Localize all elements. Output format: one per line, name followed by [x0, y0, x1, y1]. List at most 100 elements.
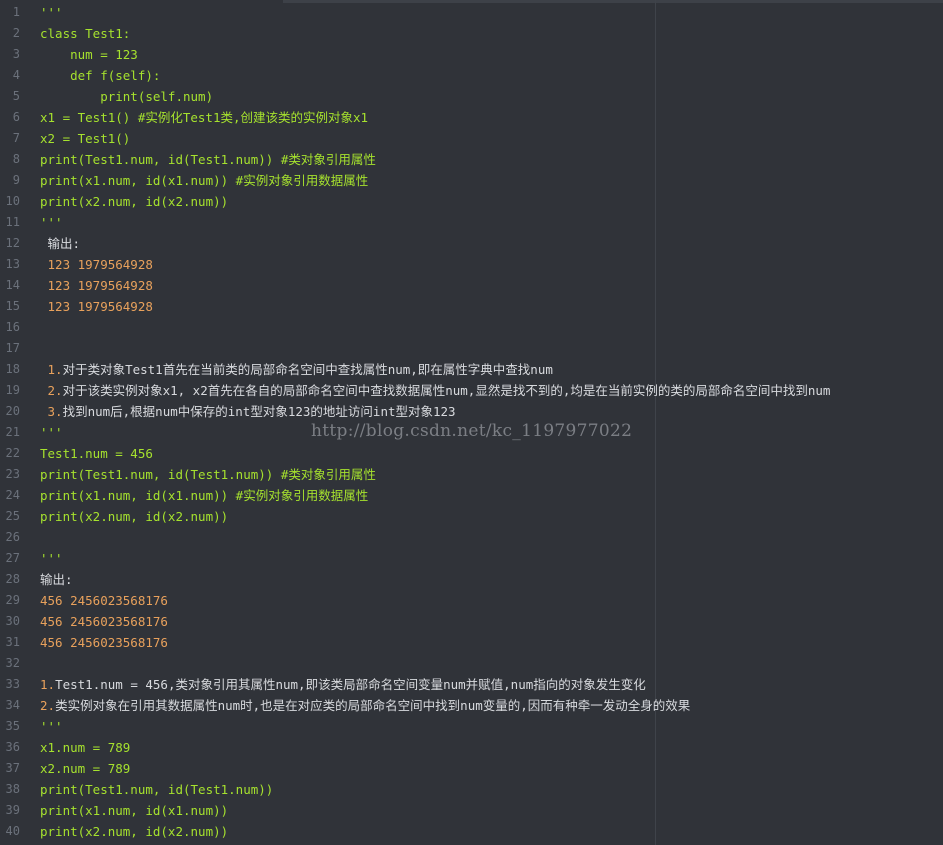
line-number: 15 — [5, 299, 20, 313]
line-number: 10 — [5, 194, 20, 208]
line-number: 28 — [5, 572, 20, 586]
code-text: num = 123 — [40, 47, 138, 62]
code-line[interactable]: 10 print(x2.num, id(x2.num)) — [0, 191, 943, 212]
code-line[interactable]: 20 3.找到num后,根据num中保存的int型对象123的地址访问int型对… — [0, 401, 943, 422]
code-line[interactable]: 5 print(self.num) — [0, 86, 943, 107]
line-number: 34 — [5, 698, 20, 712]
code-line[interactable]: 12 输出: — [0, 233, 943, 254]
line-number: 9 — [12, 173, 20, 187]
line-number: 11 — [5, 215, 20, 229]
code-line[interactable]: 33 1.Test1.num = 456,类对象引用其属性num,即该类局部命名空… — [0, 674, 943, 695]
line-number: 35 — [5, 719, 20, 733]
code-text: class Test1: — [40, 26, 131, 41]
code-text: 456 2456023568176 — [40, 614, 168, 629]
line-number: 20 — [5, 404, 20, 418]
code-line[interactable]: 37 x2.num = 789 — [0, 758, 943, 779]
code-line[interactable]: 22 Test1.num = 456 — [0, 443, 943, 464]
code-text: print(Test1.num, id(Test1.num)) — [40, 782, 274, 797]
code-line[interactable]: 39 print(x1.num, id(x1.num)) — [0, 800, 943, 821]
line-number: 2 — [12, 26, 20, 40]
line-number: 17 — [5, 341, 20, 355]
code-line[interactable]: 8 print(Test1.num, id(Test1.num)) #类对象引用属… — [0, 149, 943, 170]
code-line[interactable]: 35 ''' — [0, 716, 943, 737]
line-number: 40 — [5, 824, 20, 838]
line-number: 16 — [5, 320, 20, 334]
code-text: 2.类实例对象在引用其数据属性num时,也是在对应类的局部命名空间中找到num变… — [40, 698, 691, 713]
code-text: x1.num = 789 — [40, 740, 131, 755]
code-line[interactable]: 9 print(x1.num, id(x1.num)) #实例对象引用数据属性 — [0, 170, 943, 191]
code-line[interactable]: 6 x1 = Test1() #实例化Test1类,创建该类的实例对象x1 — [0, 107, 943, 128]
code-line[interactable]: 36 x1.num = 789 — [0, 737, 943, 758]
code-line[interactable]: 7 x2 = Test1() — [0, 128, 943, 149]
line-number: 12 — [5, 236, 20, 250]
code-line[interactable]: 13 123 1979564928 — [0, 254, 943, 275]
code-line[interactable]: 4 def f(self): — [0, 65, 943, 86]
code-line[interactable]: 15 123 1979564928 — [0, 296, 943, 317]
code-line[interactable]: 1 ''' — [0, 2, 943, 23]
line-number: 3 — [12, 47, 20, 61]
code-line[interactable]: 14 123 1979564928 — [0, 275, 943, 296]
line-number: 7 — [12, 131, 20, 145]
code-line[interactable]: 28 输出: — [0, 569, 943, 590]
code-line[interactable]: 26 — [0, 527, 943, 548]
code-text: print(Test1.num, id(Test1.num)) #类对象引用属性 — [40, 152, 376, 167]
code-text: x1 = Test1() #实例化Test1类,创建该类的实例对象x1 — [40, 110, 369, 125]
code-line[interactable]: 19 2.对于该类实例对象x1, x2首先在各自的局部命名空间中查找数据属性nu… — [0, 380, 943, 401]
line-number: 36 — [5, 740, 20, 754]
line-number: 25 — [5, 509, 20, 523]
code-line[interactable]: 3 num = 123 — [0, 44, 943, 65]
code-line[interactable]: 32 — [0, 653, 943, 674]
code-text: print(Test1.num, id(Test1.num)) #类对象引用属性 — [40, 467, 376, 482]
code-text: print(x2.num, id(x2.num)) — [40, 824, 229, 839]
code-text: 123 1979564928 — [40, 257, 153, 272]
code-text: 123 1979564928 — [40, 278, 153, 293]
line-number: 30 — [5, 614, 20, 628]
line-number: 27 — [5, 551, 20, 565]
code-line[interactable]: 18 1.对于类对象Test1首先在当前类的局部命名空间中查找属性num,即在属… — [0, 359, 943, 380]
code-line[interactable]: 38 print(Test1.num, id(Test1.num)) — [0, 779, 943, 800]
code-text: ''' — [40, 425, 63, 440]
code-line[interactable]: 23 print(Test1.num, id(Test1.num)) #类对象引用… — [0, 464, 943, 485]
line-number: 23 — [5, 467, 20, 481]
line-number: 33 — [5, 677, 20, 691]
watermark-text: http://blog.csdn.net/kc_1197977022 — [311, 421, 633, 441]
line-number: 31 — [5, 635, 20, 649]
code-text: Test1.num = 456 — [40, 446, 153, 461]
line-number: 4 — [12, 68, 20, 82]
code-text: print(x2.num, id(x2.num)) — [40, 509, 229, 524]
code-line[interactable]: 24 print(x1.num, id(x1.num)) #实例对象引用数据属性 — [0, 485, 943, 506]
code-text: x2.num = 789 — [40, 761, 131, 776]
code-line[interactable]: 27 ''' — [0, 548, 943, 569]
line-number: 5 — [12, 89, 20, 103]
code-line[interactable]: 34 2.类实例对象在引用其数据属性num时,也是在对应类的局部命名空间中找到nu… — [0, 695, 943, 716]
code-line[interactable]: 16 — [0, 317, 943, 338]
line-number: 24 — [5, 488, 20, 502]
code-text: x2 = Test1() — [40, 131, 131, 146]
line-number: 38 — [5, 782, 20, 796]
code-line[interactable]: 11 ''' — [0, 212, 943, 233]
line-number: 39 — [5, 803, 20, 817]
code-line[interactable]: 29 456 2456023568176 — [0, 590, 943, 611]
code-line[interactable]: 40 print(x2.num, id(x2.num)) — [0, 821, 943, 842]
line-number: 6 — [12, 110, 20, 124]
code-text: 3.找到num后,根据num中保存的int型对象123的地址访问int型对象12… — [40, 404, 456, 419]
code-line[interactable]: 31 456 2456023568176 — [0, 632, 943, 653]
code-editor[interactable]: 1 ''' 2 class Test1: 3 num = 123 4 def f(self… — [0, 0, 943, 845]
code-line[interactable]: 30 456 2456023568176 — [0, 611, 943, 632]
code-text: print(x1.num, id(x1.num)) #实例对象引用数据属性 — [40, 173, 369, 188]
code-text: ''' — [40, 215, 63, 230]
line-number: 37 — [5, 761, 20, 775]
code-line[interactable]: 2 class Test1: — [0, 23, 943, 44]
line-number: 19 — [5, 383, 20, 397]
line-number: 18 — [5, 362, 20, 376]
code-text: ''' — [40, 719, 63, 734]
code-text: 456 2456023568176 — [40, 593, 168, 608]
line-number: 29 — [5, 593, 20, 607]
code-text: 输出: — [40, 236, 81, 251]
code-line[interactable]: 17 — [0, 338, 943, 359]
code-text: ''' — [40, 5, 63, 20]
code-line[interactable]: 25 print(x2.num, id(x2.num)) — [0, 506, 943, 527]
line-number: 26 — [5, 530, 20, 544]
code-text: 2.对于该类实例对象x1, x2首先在各自的局部命名空间中查找数据属性num,显… — [40, 383, 831, 398]
line-number: 22 — [5, 446, 20, 460]
